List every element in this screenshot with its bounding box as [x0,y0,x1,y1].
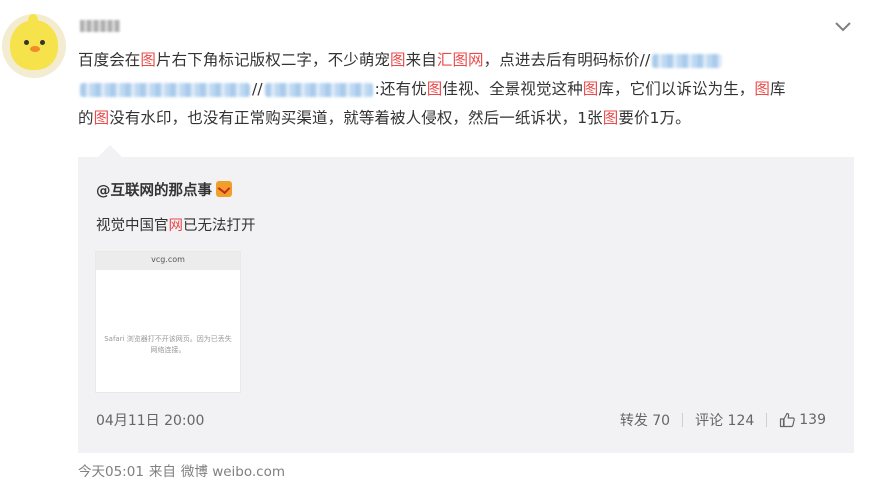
post-text-run: 库，它们以诉讼为生， [598,80,755,98]
post-text-run: :还有优 [374,80,427,98]
chevron-down-icon[interactable] [832,15,854,37]
divider [682,413,684,427]
post-text-run: ，点进去后有明码标价// [483,51,651,69]
username-blurred[interactable] [80,20,120,32]
avatar-chick [10,20,58,70]
post-text-run: 的 [78,109,94,127]
highlight-keyword[interactable]: 汇图网 [437,51,484,69]
highlight-keyword[interactable]: 图 [94,109,110,127]
quote-text: 视觉中国官网已无法打开 [96,214,256,235]
quote-pointer [98,145,122,157]
highlight-keyword[interactable]: 图 [427,80,443,98]
post-text-line-2: :还有优图佳视、全景视觉这种图库，它们以诉讼为生，图库 [375,80,786,98]
verified-v-icon [216,181,232,197]
thumb-url: vcg.com [151,255,185,264]
post-text-run: // [252,80,263,98]
post-text-run: 库 [770,80,786,98]
quote-actions: 转发 70 评论 124 139 [620,410,826,430]
post-text: 百度会在图片右下角标记版权二字，不少萌宠图来自汇图网，点进去后有明码标价// /… [78,46,868,133]
post-text-line-1: 百度会在图片右下角标记版权二字，不少萌宠图来自汇图网，点进去后有明码标价// [78,51,650,69]
avatar-eye-right [40,40,45,45]
comment-button[interactable]: 评论 124 [695,410,754,430]
thumb-address-bar: vcg.com [96,252,240,270]
like-count: 139 [799,412,826,428]
quote-text-a: 视觉中国官 [96,218,169,234]
thumb-error-message: Safari 浏览器打不开该网页。因为已丢失网络连接。 [104,335,232,354]
repost-button[interactable]: 转发 70 [620,410,670,430]
quote-text-b: 已无法打开 [183,218,256,234]
highlight-keyword[interactable]: 图 [754,80,770,98]
avatar-eye-left [24,40,29,45]
highlight-keyword[interactable]: 图 [583,80,599,98]
post-text-run: 片右下角标记版权二字，不少萌宠 [156,51,391,69]
blurred-user-link[interactable] [80,82,250,97]
like-thumb-icon [780,412,796,428]
quote-text-highlight: 网 [168,218,184,234]
divider [766,413,768,427]
post-footer: 今天05:01 来自 微博 weibo.com [78,460,290,480]
post-source[interactable]: 微博 weibo.com [181,464,285,480]
like-button[interactable]: 139 [779,412,826,428]
quote-author-name[interactable]: @互联网的那点事 [96,183,212,199]
reposted-card: @互联网的那点事 视觉中国官网已无法打开 vcg.com Safari 浏览器打… [78,157,854,453]
post-time[interactable]: 今天05:01 [78,464,144,480]
post-text-run: 要价1万。 [618,109,691,127]
post-text-line-3: 的图没有水印，也没有正常购买渠道，就等着被人侵权，然后一纸诉状，1张图要价1万。 [78,109,691,127]
avatar[interactable] [2,14,66,78]
blurred-user-link[interactable] [652,53,723,68]
quote-image-thumbnail[interactable]: vcg.com Safari 浏览器打不开该网页。因为已丢失网络连接。 [95,251,241,393]
quote-author[interactable]: @互联网的那点事 [96,179,232,200]
from-label: 来自 [148,464,176,480]
blurred-user-link[interactable] [264,82,373,97]
highlight-keyword[interactable]: 图 [390,51,406,69]
avatar-beak [30,46,40,52]
post-text-sep: // [252,80,263,98]
post-text-run: 来自 [405,51,437,69]
highlight-keyword[interactable]: 图 [603,109,619,127]
post-text-run: 佳视、全景视觉这种 [442,80,583,98]
quote-date[interactable]: 04月11日 20:00 [96,410,204,430]
post-text-run: 没有水印，也没有正常购买渠道，就等着被人侵权，然后一纸诉状，1张 [109,109,603,127]
highlight-keyword[interactable]: 图 [140,51,156,69]
post-text-run: 百度会在 [78,51,141,69]
